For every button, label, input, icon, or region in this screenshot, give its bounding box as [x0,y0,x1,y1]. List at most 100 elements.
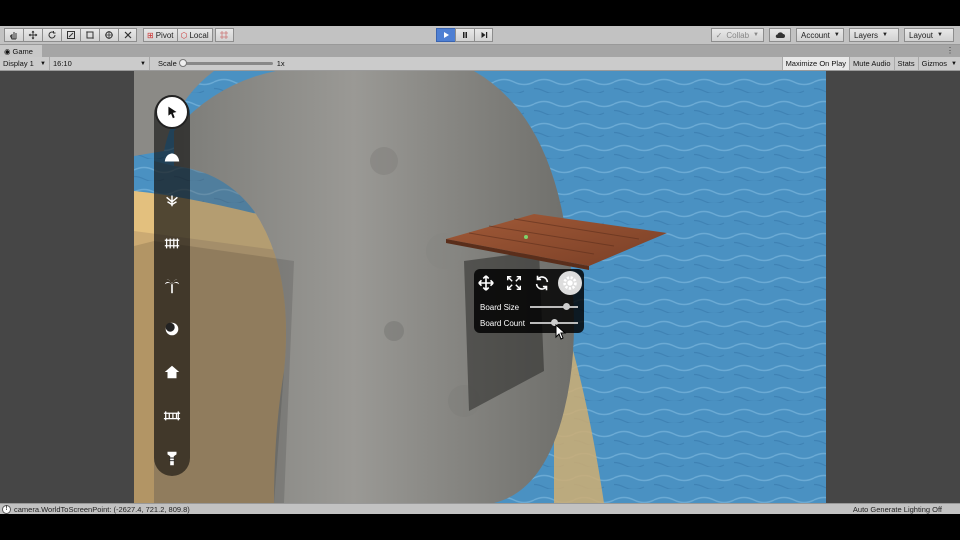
settings-gear-icon[interactable] [558,271,582,295]
letterbox-top [0,0,960,26]
tower-icon [167,451,177,466]
step-icon [481,32,487,38]
layers-dropdown[interactable]: Layers ▼ [849,28,899,42]
chevron-down-icon: ▼ [140,60,146,67]
house-icon [164,365,180,379]
chevron-down-icon: ▼ [951,60,957,67]
pivot-group: ⊞ Pivot ⬡ Local [143,28,213,42]
build-tool-bar [154,95,190,476]
chevron-down-icon: ▼ [833,32,840,38]
chevron-down-icon: ▼ [40,60,46,67]
scale-slider-knob[interactable] [178,59,187,67]
game-view-toolbar: Display 1 ▼ 16:10 ▼ Scale 1x Maximize On P… [0,57,960,71]
custom-tool-icon[interactable] [118,28,137,42]
collab-label: Collab [726,30,750,40]
aspect-dropdown[interactable]: 16:10 ▼ [50,57,150,70]
tool-palm-tree[interactable] [154,271,190,301]
board-size-knob[interactable] [563,303,570,310]
tab-game[interactable]: ◉ Game [0,45,42,57]
rotate-icon[interactable] [532,273,552,293]
move-icon[interactable] [23,28,42,42]
tool-tower[interactable] [154,443,190,473]
game-tab-icon: ◉ [4,46,11,56]
layers-label: Layers [854,30,879,40]
board-size-row: Board Size [480,301,580,313]
stats-label: Stats [897,59,915,68]
snap-group [214,28,234,42]
display-dropdown[interactable]: Display 1 ▼ [0,57,50,70]
transform-tools [4,28,137,42]
tool-bush[interactable] [154,314,190,344]
tool-bridge[interactable] [154,400,190,430]
maximize-on-play-label: Maximize On Play [785,59,846,68]
expand-icon[interactable] [504,273,524,293]
palm-tree-icon [164,279,180,294]
board-size-label: Board Size [480,302,520,312]
play-icon [444,32,449,38]
mouse-cursor-icon [555,324,567,340]
account-label: Account [801,30,830,40]
move-arrows-icon[interactable] [476,273,496,293]
bridge-icon [163,411,181,421]
stats-toggle[interactable]: Stats [893,57,918,70]
chevron-down-icon: ▼ [937,32,943,38]
play-button[interactable] [436,28,455,42]
grid-snap-icon[interactable] [214,28,234,42]
chevron-down-icon: ▼ [882,32,888,38]
scale-icon[interactable] [61,28,80,42]
gizmos-label: Gizmos [921,59,948,68]
board-size-slider[interactable] [530,303,578,310]
tab-game-label: Game [12,46,33,56]
account-dropdown[interactable]: Account ▼ [796,28,844,42]
maximize-on-play-toggle[interactable]: Maximize On Play [781,57,849,70]
grass-icon [166,195,178,207]
pointer-icon [168,106,177,119]
main-toolbar: ⊞ Pivot ⬡ Local ✓ Collab ▼ Account ▼ Layers ▼ … [0,26,960,45]
game-viewport: Board Size Board Count [0,71,960,503]
bush-icon [165,322,179,336]
aspect-label: 16:10 [53,59,72,68]
mute-audio-toggle[interactable]: Mute Audio [849,57,894,70]
local-label: Local [189,30,209,40]
collab-dropdown[interactable]: ✓ Collab ▼ [710,28,764,42]
pivot-button[interactable]: ⊞ Pivot [143,28,177,42]
pause-button[interactable] [455,28,474,42]
info-icon: ! [2,504,11,514]
tool-pointer[interactable] [154,95,190,129]
scale-value: 1x [276,59,285,68]
scale-label: Scale [158,59,177,68]
board-count-label: Board Count [480,318,525,328]
tab-bar: ◉ Game ⋮ [0,45,960,57]
pivot-label: Pivot [155,30,174,40]
display-label: Display 1 [3,59,34,68]
cloud-icon [775,32,785,38]
gizmos-dropdown[interactable]: Gizmos ▼ [917,57,960,70]
right-controls: ✓ Collab ▼ Account ▼ Layers ▼ Layout ▼ [710,28,954,42]
pause-icon [463,32,467,38]
transform-icon[interactable] [99,28,118,42]
tool-fence[interactable] [154,228,190,258]
tool-grass[interactable] [154,185,190,215]
scale-slider[interactable] [178,59,273,67]
tool-rock[interactable] [154,142,190,172]
board-count-slider[interactable] [530,319,578,326]
rect-icon[interactable] [80,28,99,42]
layout-label: Layout [909,30,934,40]
hand-icon[interactable] [4,28,23,42]
step-button[interactable] [474,28,493,42]
game-scene[interactable]: Board Size Board Count [134,71,826,503]
local-icon: ⬡ [180,30,188,40]
board-context-panel: Board Size Board Count [474,269,584,333]
tab-menu-icon[interactable]: ⋮ [946,46,954,55]
play-controls [436,28,493,42]
scale-control: Scale 1x [158,59,285,68]
pivot-icon: ⊞ [147,30,154,40]
tool-house[interactable] [154,357,190,387]
local-button[interactable]: ⬡ Local [176,28,213,42]
rotate-icon[interactable] [42,28,61,42]
status-bar: ! camera.WorldToScreenPoint: (-2627.4, 7… [0,503,960,514]
layout-dropdown[interactable]: Layout ▼ [904,28,954,42]
console-message[interactable]: camera.WorldToScreenPoint: (-2627.4, 721… [14,505,190,514]
lighting-status: Auto Generate Lighting Off [852,505,942,514]
cloud-button[interactable] [769,28,791,42]
